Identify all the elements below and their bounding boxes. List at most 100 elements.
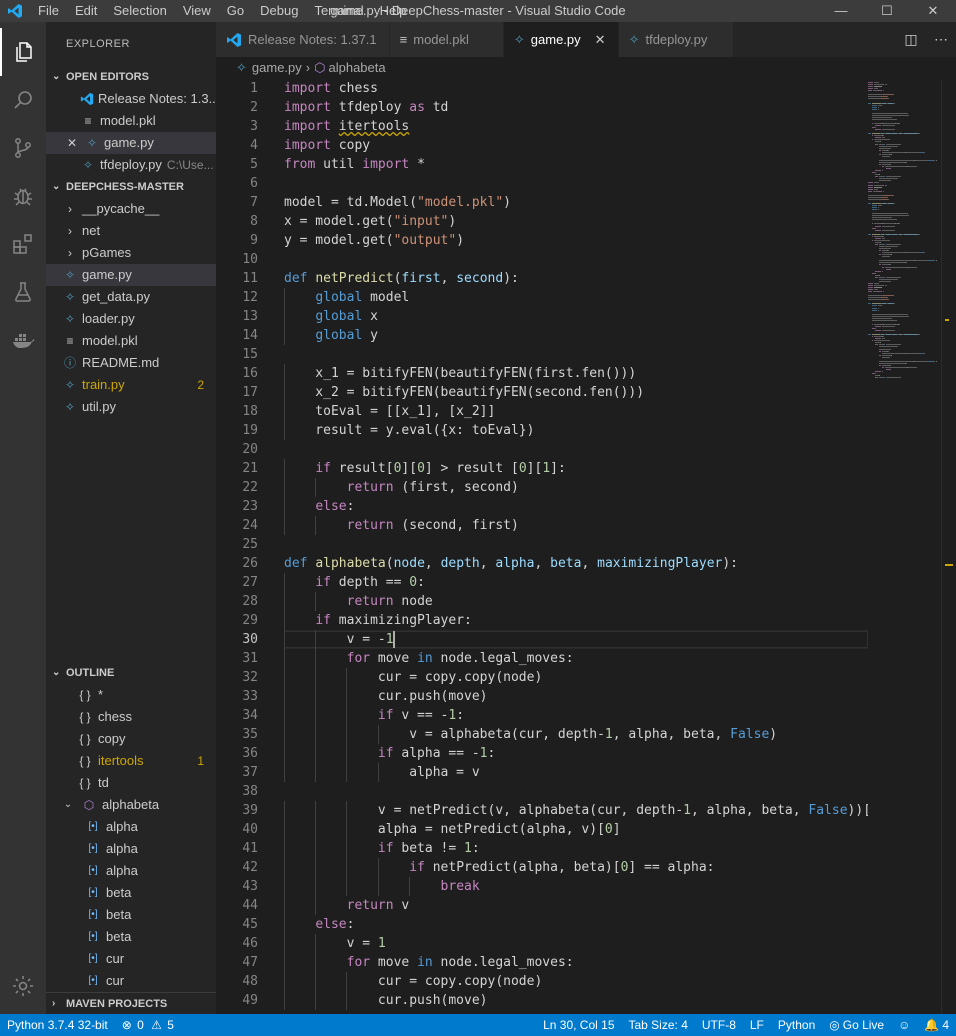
- code-line[interactable]: 7 model = td.Model("model.pkl"): [216, 193, 868, 212]
- explorer-icon[interactable]: [0, 28, 46, 76]
- code-line[interactable]: 22 return (first, second): [216, 478, 868, 497]
- outline-item[interactable]: [•] beta: [46, 926, 216, 948]
- code-editor[interactable]: 1 import chess 2 import tfdeploy as td 3 impo…: [216, 79, 868, 1014]
- close-window-icon[interactable]: ✕: [910, 0, 956, 22]
- file-item[interactable]: ✧ util.py: [46, 396, 216, 418]
- code-line[interactable]: 28 return node: [216, 592, 868, 611]
- code-line[interactable]: 5 from util import *: [216, 155, 868, 174]
- tab-size[interactable]: Tab Size: 4: [622, 1018, 695, 1032]
- file-item[interactable]: ≡ model.pkl: [46, 330, 216, 352]
- outline-item[interactable]: [•] alpha: [46, 816, 216, 838]
- breadcrumb-file[interactable]: game.py: [252, 57, 302, 79]
- code-line[interactable]: 17 x_2 = bitifyFEN(beautifyFEN(second.fe…: [216, 383, 868, 402]
- code-line[interactable]: 33 cur.push(move): [216, 687, 868, 706]
- more-actions-icon[interactable]: ⋯: [926, 31, 956, 48]
- open-editor-release-notes[interactable]: Release Notes: 1.3...: [46, 88, 216, 110]
- code-line[interactable]: 29 if maximizingPlayer:: [216, 611, 868, 630]
- code-line[interactable]: 44 return v: [216, 896, 868, 915]
- code-line[interactable]: 46 v = 1: [216, 934, 868, 953]
- feedback-smiley-icon[interactable]: ☺: [891, 1018, 917, 1032]
- file-item[interactable]: ✧ train.py 2: [46, 374, 216, 396]
- code-line[interactable]: 21 if result[0][0] > result [0][1]:: [216, 459, 868, 478]
- menu-edit[interactable]: Edit: [67, 0, 105, 22]
- code-line[interactable]: 36 if alpha == -1:: [216, 744, 868, 763]
- code-line[interactable]: 15: [216, 345, 868, 364]
- file-item[interactable]: › net: [46, 220, 216, 242]
- code-line[interactable]: 4 import copy: [216, 136, 868, 155]
- code-line[interactable]: 12 global model: [216, 288, 868, 307]
- search-icon[interactable]: [0, 76, 46, 124]
- code-line[interactable]: 23 else:: [216, 497, 868, 516]
- code-line[interactable]: 42 if netPredict(alpha, beta)[0] == alph…: [216, 858, 868, 877]
- menu-selection[interactable]: Selection: [105, 0, 174, 22]
- code-line[interactable]: 14 global y: [216, 326, 868, 345]
- docker-icon[interactable]: [0, 316, 46, 364]
- menu-help[interactable]: Help: [372, 0, 415, 22]
- code-line[interactable]: 11 def netPredict(first, second):: [216, 269, 868, 288]
- python-interpreter[interactable]: Python 3.7.4 32-bit: [0, 1018, 115, 1032]
- line-ending[interactable]: LF: [743, 1018, 771, 1032]
- code-line[interactable]: 43 break: [216, 877, 868, 896]
- minimize-icon[interactable]: —: [818, 0, 864, 22]
- code-line[interactable]: 26 def alphabeta(node, depth, alpha, beta…: [216, 554, 868, 573]
- code-line[interactable]: 20: [216, 440, 868, 459]
- file-item[interactable]: ⓘ README.md: [46, 352, 216, 374]
- minimap[interactable]: [868, 79, 940, 379]
- source-control-icon[interactable]: [0, 124, 46, 172]
- code-line[interactable]: 10: [216, 250, 868, 269]
- encoding[interactable]: UTF-8: [695, 1018, 743, 1032]
- close-icon[interactable]: ✕: [64, 132, 80, 154]
- code-line[interactable]: 1 import chess: [216, 79, 868, 98]
- code-line[interactable]: 47 for move in node.legal_moves:: [216, 953, 868, 972]
- go-live-button[interactable]: ◎ Go Live: [822, 1018, 891, 1032]
- outline-item[interactable]: { } copy: [46, 728, 216, 750]
- maximize-icon[interactable]: ☐: [864, 0, 910, 22]
- code-line[interactable]: 30 v = -1: [216, 630, 868, 649]
- extensions-icon[interactable]: [0, 220, 46, 268]
- code-line[interactable]: 32 cur = copy.copy(node): [216, 668, 868, 687]
- notifications[interactable]: 🔔 4: [917, 1018, 956, 1032]
- code-line[interactable]: 34 if v == -1:: [216, 706, 868, 725]
- code-line[interactable]: 3 import itertools: [216, 117, 868, 136]
- code-line[interactable]: 49 cur.push(move): [216, 991, 868, 1010]
- outline-item[interactable]: [•] cur: [46, 970, 216, 992]
- outline-item[interactable]: { } td: [46, 772, 216, 794]
- file-item[interactable]: › __pycache__: [46, 198, 216, 220]
- open-editor-game-py[interactable]: ✕ ✧ game.py: [46, 132, 216, 154]
- code-line[interactable]: 16 x_1 = bitifyFEN(beautifyFEN(first.fen…: [216, 364, 868, 383]
- open-editor-model-pkl[interactable]: ≡ model.pkl: [46, 110, 216, 132]
- code-line[interactable]: 45 else:: [216, 915, 868, 934]
- code-line[interactable]: 19 result = y.eval({x: toEval}): [216, 421, 868, 440]
- code-line[interactable]: 24 return (second, first): [216, 516, 868, 535]
- cursor-position[interactable]: Ln 30, Col 15: [536, 1018, 621, 1032]
- vertical-scrollbar[interactable]: [941, 79, 956, 1014]
- tab-release-notes[interactable]: Release Notes: 1.37.1: [216, 22, 390, 57]
- settings-gear-icon[interactable]: [0, 962, 46, 1010]
- code-line[interactable]: 31 for move in node.legal_moves:: [216, 649, 868, 668]
- outline-item[interactable]: [•] alpha: [46, 860, 216, 882]
- breadcrumb-symbol[interactable]: alphabeta: [328, 57, 385, 79]
- close-tab-icon[interactable]: ✕: [595, 32, 606, 48]
- code-line[interactable]: 39 v = netPredict(v, alphabeta(cur, dept…: [216, 801, 868, 820]
- menu-view[interactable]: View: [175, 0, 219, 22]
- open-editor-tfdeploy-py[interactable]: ✧ tfdeploy.py C:\Use...: [46, 154, 216, 176]
- outline-item[interactable]: [•] beta: [46, 904, 216, 926]
- outline-item[interactable]: ⌄ ⬡ alphabeta: [46, 794, 216, 816]
- code-line[interactable]: 18 toEval = [[x_1], [x_2]]: [216, 402, 868, 421]
- split-editor-icon[interactable]: ◫: [896, 31, 926, 48]
- outline-item[interactable]: [•] cur: [46, 948, 216, 970]
- tab-model-pkl[interactable]: ≡ model.pkl: [389, 22, 504, 57]
- code-line[interactable]: 6: [216, 174, 868, 193]
- menu-file[interactable]: File: [30, 0, 67, 22]
- tab-tfdeploy-py[interactable]: ✧ tfdeploy.py: [618, 22, 735, 57]
- open-editors-header[interactable]: ⌄ OPEN EDITORS: [46, 66, 216, 88]
- outline-item[interactable]: { } itertools 1: [46, 750, 216, 772]
- menu-terminal[interactable]: Terminal: [306, 0, 371, 22]
- code-line[interactable]: 41 if beta != 1:: [216, 839, 868, 858]
- code-line[interactable]: 38: [216, 782, 868, 801]
- menu-debug[interactable]: Debug: [252, 0, 306, 22]
- code-line[interactable]: 2 import tfdeploy as td: [216, 98, 868, 117]
- project-header[interactable]: ⌄ DEEPCHESS-MASTER: [46, 176, 216, 198]
- file-item[interactable]: ✧ get_data.py: [46, 286, 216, 308]
- outline-header[interactable]: ⌄ OUTLINE: [46, 662, 216, 684]
